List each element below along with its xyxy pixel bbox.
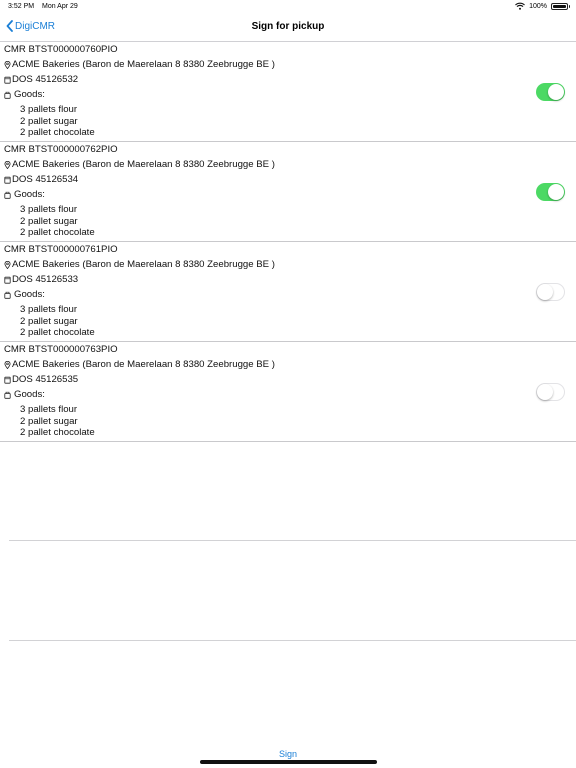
package-icon <box>4 391 11 399</box>
goods-item: 2 pallet chocolate <box>20 227 95 238</box>
list-item: CMR BTST000000763PIO ACME Bakeries (Baro… <box>0 342 576 442</box>
address-text: ACME Bakeries (Baron de Maerelaan 8 8380… <box>12 259 275 270</box>
goods-label: Goods: <box>14 389 45 400</box>
goods-item: 2 pallet chocolate <box>20 127 95 138</box>
goods-item: 2 pallet sugar <box>20 215 78 227</box>
goods-header: Goods: <box>4 189 45 201</box>
goods-header: Goods: <box>4 289 45 301</box>
goods-list: 3 pallets flour 2 pallet sugar 2 pallet … <box>20 104 95 139</box>
dos-line: DOS 45126535 <box>4 374 78 386</box>
page-title: Sign for pickup <box>251 21 325 32</box>
empty-row-separator <box>9 640 576 641</box>
document-icon <box>4 376 11 384</box>
goods-list: 3 pallets flour 2 pallet sugar 2 pallet … <box>20 404 95 439</box>
toggle-knob <box>548 184 564 200</box>
location-pin-icon <box>4 61 11 69</box>
list-item: CMR BTST000000761PIO ACME Bakeries (Baro… <box>0 242 576 342</box>
goods-list: 3 pallets flour 2 pallet sugar 2 pallet … <box>20 304 95 339</box>
goods-label: Goods: <box>14 89 45 100</box>
goods-item: 3 pallets flour <box>20 304 78 315</box>
status-bar: 3:52 PM Mon Apr 29 100% <box>0 0 576 14</box>
empty-row-separator <box>9 540 576 541</box>
cmr-number: CMR BTST000000762PIO <box>4 144 118 155</box>
goods-item: 2 pallet chocolate <box>20 427 95 438</box>
dos-text: DOS 45126533 <box>12 274 79 285</box>
goods-item: 2 pallet sugar <box>20 415 78 427</box>
goods-item: 3 pallets flour <box>20 404 78 415</box>
status-indicators: 100% <box>515 2 570 10</box>
goods-item: 2 pallet sugar <box>20 315 78 327</box>
goods-item: 3 pallets flour <box>20 204 78 215</box>
dos-line: DOS 45126532 <box>4 74 78 86</box>
goods-label: Goods: <box>14 289 45 300</box>
cmr-number: CMR BTST000000761PIO <box>4 244 118 255</box>
address-text: ACME Bakeries (Baron de Maerelaan 8 8380… <box>12 159 275 170</box>
address-line: ACME Bakeries (Baron de Maerelaan 8 8380… <box>4 59 275 71</box>
navigation-bar: DigiCMR Sign for pickup <box>0 14 576 42</box>
select-toggle[interactable] <box>536 183 565 201</box>
pickup-list: CMR BTST000000760PIO ACME Bakeries (Baro… <box>0 42 576 442</box>
address-line: ACME Bakeries (Baron de Maerelaan 8 8380… <box>4 159 275 171</box>
goods-list: 3 pallets flour 2 pallet sugar 2 pallet … <box>20 204 95 239</box>
goods-label: Goods: <box>14 189 45 200</box>
toggle-knob <box>537 284 553 300</box>
package-icon <box>4 191 11 199</box>
cmr-number: CMR BTST000000760PIO <box>4 44 118 55</box>
select-toggle[interactable] <box>536 83 565 101</box>
address-line: ACME Bakeries (Baron de Maerelaan 8 8380… <box>4 359 275 371</box>
dos-text: DOS 45126535 <box>12 374 79 385</box>
goods-item: 2 pallet chocolate <box>20 327 95 338</box>
document-icon <box>4 76 11 84</box>
status-time: 3:52 PM <box>8 3 35 10</box>
dos-text: DOS 45126532 <box>12 74 79 85</box>
wifi-icon <box>515 2 526 10</box>
list-item: CMR BTST000000760PIO ACME Bakeries (Baro… <box>0 42 576 142</box>
address-line: ACME Bakeries (Baron de Maerelaan 8 8380… <box>4 259 275 271</box>
select-toggle[interactable] <box>536 283 565 301</box>
goods-item: 2 pallet sugar <box>20 115 78 127</box>
toggle-knob <box>537 384 553 400</box>
dos-line: DOS 45126533 <box>4 274 78 286</box>
document-icon <box>4 276 11 284</box>
goods-header: Goods: <box>4 89 45 101</box>
battery-icon <box>551 2 570 10</box>
status-date: Mon Apr 29 <box>42 3 78 10</box>
home-indicator <box>200 760 377 764</box>
cmr-number: CMR BTST000000763PIO <box>4 344 118 355</box>
document-icon <box>4 176 11 184</box>
location-pin-icon <box>4 361 11 369</box>
dos-line: DOS 45126534 <box>4 174 78 186</box>
battery-percent: 100% <box>529 2 547 10</box>
location-pin-icon <box>4 261 11 269</box>
dos-text: DOS 45126534 <box>12 174 79 185</box>
select-toggle[interactable] <box>536 383 565 401</box>
goods-header: Goods: <box>4 389 45 401</box>
goods-item: 3 pallets flour <box>20 104 78 115</box>
location-pin-icon <box>4 161 11 169</box>
toggle-knob <box>548 84 564 100</box>
package-icon <box>4 291 11 299</box>
sign-button[interactable]: Sign <box>0 749 576 759</box>
address-text: ACME Bakeries (Baron de Maerelaan 8 8380… <box>12 59 275 70</box>
package-icon <box>4 91 11 99</box>
list-item: CMR BTST000000762PIO ACME Bakeries (Baro… <box>0 142 576 242</box>
address-text: ACME Bakeries (Baron de Maerelaan 8 8380… <box>12 359 275 370</box>
